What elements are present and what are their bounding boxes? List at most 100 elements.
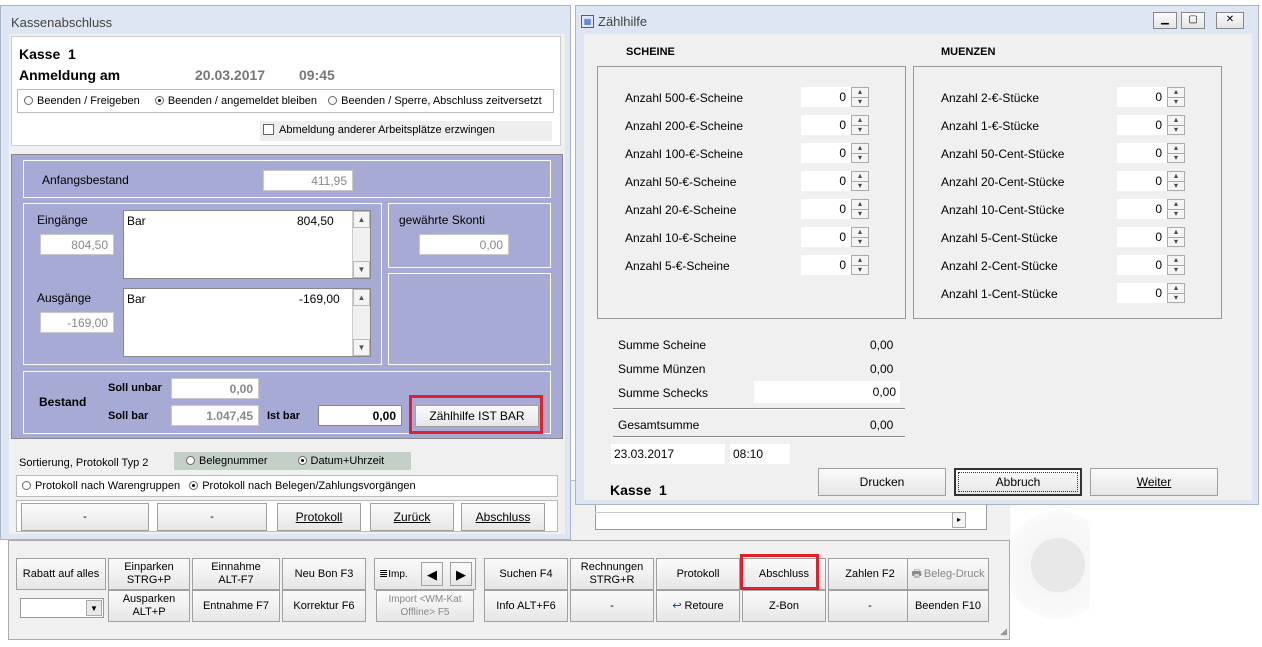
suchen-button[interactable]: Suchen F4 [484,558,568,590]
radio-belegnummer[interactable]: Belegnummer [186,455,267,467]
drucken-button[interactable]: Drucken [818,468,946,496]
scroll-up-icon[interactable]: ▲ [353,289,370,306]
rechnungen-button[interactable]: Rechnungen STRG+R [570,558,654,590]
protokoll-toolbar-button[interactable]: Protokoll [656,558,740,590]
summe-scheine-value: 0,00 [870,338,894,352]
spin-stepper-icon[interactable]: ▴ ▾ [851,143,869,163]
prev-arrow-button[interactable]: ◀ [421,562,443,586]
minimize-icon[interactable]: ▁ [1153,12,1177,29]
muenze-count-field[interactable]: 0 [1117,143,1167,163]
radio-warengruppen[interactable]: Protokoll nach Warengruppen [22,480,180,492]
schein-label: Anzahl 20-€-Scheine [625,203,737,217]
ist-bar-field[interactable]: 0,00 [318,405,402,426]
schein-count-field[interactable]: 0 [801,115,851,135]
spin-stepper-icon[interactable]: ▴ ▾ [1167,227,1185,247]
radio-sperre[interactable]: Beenden / Sperre, Abschluss zeitversetzt [328,95,542,107]
background-scroll-right[interactable]: ▸ [952,512,966,528]
empty-button-2[interactable]: - [828,590,912,622]
zurueck-button[interactable]: Zurück [370,503,454,531]
muenze-count-field[interactable]: 0 [1117,115,1167,135]
imp-label[interactable]: Imp. [388,568,407,581]
spin-stepper-icon[interactable]: ▴ ▾ [851,115,869,135]
spin-stepper-icon[interactable]: ▴ ▾ [1167,87,1185,107]
spin-stepper-icon[interactable]: ▴ ▾ [1167,283,1185,303]
close-icon[interactable]: ✕ [1216,12,1244,29]
chevron-down-icon[interactable]: ▼ [86,600,102,616]
retoure-button[interactable]: ↩ Retoure [656,590,740,622]
protokoll-button[interactable]: Protokoll [277,503,361,531]
muenze-count-field[interactable]: 0 [1117,227,1167,247]
abmeldung-checkbox-label: Abmeldung anderer Arbeitsplätze erzwinge… [279,124,495,136]
dash-button-2[interactable]: - [157,503,267,531]
maximize-icon[interactable]: ▢ [1181,12,1205,29]
scroll-down-icon[interactable]: ▼ [353,261,370,278]
schein-count-field[interactable]: 0 [801,171,851,191]
schein-count-field[interactable]: 0 [801,87,851,107]
spin-stepper-icon[interactable]: ▴ ▾ [851,87,869,107]
schein-label: Anzahl 200-€-Scheine [625,119,744,133]
spin-stepper-icon[interactable]: ▴ ▾ [1167,199,1185,219]
scroll-up-icon[interactable]: ▲ [353,211,370,228]
spin-stepper-icon[interactable]: ▴ ▾ [1167,171,1185,191]
schein-row: Anzahl 200-€-Scheine 0 ▴ ▾ [598,115,898,137]
resize-grip-icon[interactable]: ◢ [1000,626,1007,637]
muenze-row: Anzahl 1-€-Stücke 0 ▴ ▾ [914,115,1214,137]
abschluss-button[interactable]: Abschluss [461,503,545,531]
empty-button-1[interactable]: - [570,590,654,622]
radio-datum-uhrzeit[interactable]: Datum+Uhrzeit [297,455,384,467]
einparken-button[interactable]: Einparken STRG+P [108,558,190,590]
info-button[interactable]: Info ALT+F6 [484,590,568,622]
muenze-count-field[interactable]: 0 [1117,171,1167,191]
discount-dropdown[interactable]: ▼ [20,598,104,618]
schein-count-field[interactable]: 0 [801,255,851,275]
z-bon-button[interactable]: Z-Bon [742,590,826,622]
summe-muenzen-label: Summe Münzen [618,362,706,376]
muenze-label: Anzahl 1-€-Stücke [941,119,1040,133]
spin-stepper-icon[interactable]: ▴ ▾ [1167,143,1185,163]
muenze-count-field[interactable]: 0 [1117,199,1167,219]
schein-count-field[interactable]: 0 [801,227,851,247]
spin-stepper-icon[interactable]: ▴ ▾ [851,199,869,219]
beleg-druck-button[interactable]: 🖶 Beleg-Druck [907,558,989,590]
printer-icon: 🖶 [911,567,922,580]
muenze-row: Anzahl 2-€-Stücke 0 ▴ ▾ [914,87,1214,109]
einnahme-button[interactable]: Einnahme ALT-F7 [192,558,280,590]
summe-scheine-label: Summe Scheine [618,338,707,352]
radio-freigeben[interactable]: Beenden / Freigeben [24,95,140,107]
ausgaenge-scrollbar[interactable]: ▲ ▼ [352,289,370,356]
spin-stepper-icon[interactable]: ▴ ▾ [1167,255,1185,275]
eingaenge-list[interactable]: Bar 804,50 ▲ ▼ [123,210,371,279]
abmeldung-checkbox[interactable]: Abmeldung anderer Arbeitsplätze erzwinge… [260,121,552,141]
spin-stepper-icon[interactable]: ▴ ▾ [851,171,869,191]
rabatt-button[interactable]: Rabatt auf alles [16,558,106,590]
schein-count-field[interactable]: 0 [801,143,851,163]
spin-stepper-icon[interactable]: ▴ ▾ [1167,115,1185,135]
spin-stepper-icon[interactable]: ▴ ▾ [851,227,869,247]
anmeldung-date: 20.03.2017 [195,67,266,83]
ausgaenge-list[interactable]: Bar -169,00 ▲ ▼ [123,288,371,357]
next-arrow-button[interactable]: ▶ [450,562,472,586]
skonti-field: 0,00 [419,234,509,255]
neu-bon-button[interactable]: Neu Bon F3 [282,558,366,590]
spin-stepper-icon[interactable]: ▴ ▾ [851,255,869,275]
korrektur-button[interactable]: Korrektur F6 [282,590,366,622]
radio-angemeldet[interactable]: Beenden / angemeldet bleiben [154,95,317,107]
schein-count-field[interactable]: 0 [801,199,851,219]
dash-button-1[interactable]: - [21,503,149,531]
entnahme-button[interactable]: Entnahme F7 [192,590,280,622]
scroll-down-icon[interactable]: ▼ [353,339,370,356]
eingaenge-scrollbar[interactable]: ▲ ▼ [352,211,370,278]
import-offline-button[interactable]: Import <WM-Kat Offline> F5 [376,590,474,622]
abbruch-button[interactable]: Abbruch [954,468,1082,496]
muenze-count-field[interactable]: 0 [1117,283,1167,303]
empty-panel [388,273,551,365]
weiter-button[interactable]: Weiter [1090,468,1218,496]
ausparken-button[interactable]: Ausparken ALT+P [108,590,190,622]
soll-bar-field: 1.047,45 [171,405,259,426]
muenze-count-field[interactable]: 0 [1117,255,1167,275]
zahlen-button[interactable]: Zahlen F2 [828,558,912,590]
muenze-count-field[interactable]: 0 [1117,87,1167,107]
summe-schecks-field[interactable]: 0,00 [754,381,900,403]
radio-belegen[interactable]: Protokoll nach Belegen/Zahlungsvorgängen [189,480,416,492]
beenden-button[interactable]: Beenden F10 [907,590,989,622]
